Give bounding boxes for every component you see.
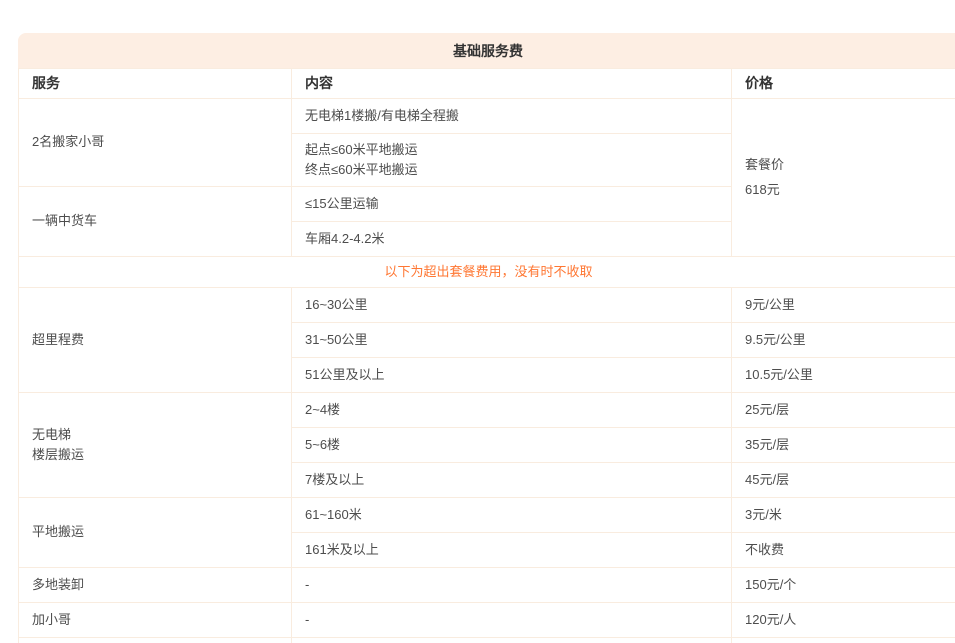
panel-title: 基础服务费 [18, 33, 955, 68]
pricing-table: 服务 内容 价格 2名搬家小哥 无电梯1楼搬/有电梯全程搬 套餐价 618元 起… [18, 68, 955, 643]
price-cell [732, 638, 955, 643]
notice-text: 以下为超出套餐费用，没有时不收取 [19, 257, 955, 288]
price-cell: 35元/层 [732, 428, 955, 463]
service-cell: 无电梯 楼层搬运 [19, 393, 292, 498]
column-header-content: 内容 [292, 69, 732, 99]
content-cell: 2~4楼 [292, 393, 732, 428]
service-cell: 2名搬家小哥 [19, 99, 292, 187]
table-row: 多地装卸 - 150元/个 [19, 568, 955, 603]
content-cell: - [292, 603, 732, 638]
service-cell: 一辆中货车 [19, 187, 292, 257]
price-cell: 10.5元/公里 [732, 358, 955, 393]
price-cell: 3元/米 [732, 498, 955, 533]
service-cell: 平地搬运 [19, 498, 292, 568]
content-cell: 16~30公里 [292, 288, 732, 323]
price-cell: 45元/层 [732, 463, 955, 498]
content-cell: 61~160米 [292, 498, 732, 533]
notice-row: 以下为超出套餐费用，没有时不收取 [19, 257, 955, 288]
content-cell: 51公里及以上 [292, 358, 732, 393]
page: 基础服务费 服务 内容 价格 2名搬家小哥 无电梯1楼搬/有电梯全程搬 套餐价 … [0, 0, 955, 643]
price-cell: 120元/人 [732, 603, 955, 638]
price-cell: 150元/个 [732, 568, 955, 603]
price-cell: 9.5元/公里 [732, 323, 955, 358]
table-row: 无电梯 楼层搬运 2~4楼 25元/层 [19, 393, 955, 428]
column-header-service: 服务 [19, 69, 292, 99]
service-cell [19, 638, 292, 643]
price-cell: 9元/公里 [732, 288, 955, 323]
content-cell: 7楼及以上 [292, 463, 732, 498]
content-cell: 无电梯1楼搬/有电梯全程搬 [292, 99, 732, 134]
price-cell: 25元/层 [732, 393, 955, 428]
table-row: 2名搬家小哥 无电梯1楼搬/有电梯全程搬 套餐价 618元 [19, 99, 955, 134]
content-cell: 起点≤60米平地搬运 终点≤60米平地搬运 [292, 134, 732, 187]
content-cell: 161米及以上 [292, 533, 732, 568]
table-row: 超里程费 16~30公里 9元/公里 [19, 288, 955, 323]
price-cell: 套餐价 618元 [732, 99, 955, 257]
service-cell: 超里程费 [19, 288, 292, 393]
table-row: 加小哥 - 120元/人 [19, 603, 955, 638]
content-cell: 31~50公里 [292, 323, 732, 358]
content-cell: 车厢4.2-4.2米 [292, 222, 732, 257]
content-cell: ≤15公里运输 [292, 187, 732, 222]
service-cell: 多地装卸 [19, 568, 292, 603]
column-header-row: 服务 内容 价格 [19, 69, 955, 99]
content-cell [292, 638, 732, 643]
pricing-panel: 基础服务费 服务 内容 价格 2名搬家小哥 无电梯1楼搬/有电梯全程搬 套餐价 … [18, 33, 955, 643]
clipped-partial-row [19, 638, 955, 643]
service-cell: 加小哥 [19, 603, 292, 638]
column-header-price: 价格 [732, 69, 955, 99]
content-cell: - [292, 568, 732, 603]
table-row: 平地搬运 61~160米 3元/米 [19, 498, 955, 533]
price-cell: 不收费 [732, 533, 955, 568]
content-cell: 5~6楼 [292, 428, 732, 463]
